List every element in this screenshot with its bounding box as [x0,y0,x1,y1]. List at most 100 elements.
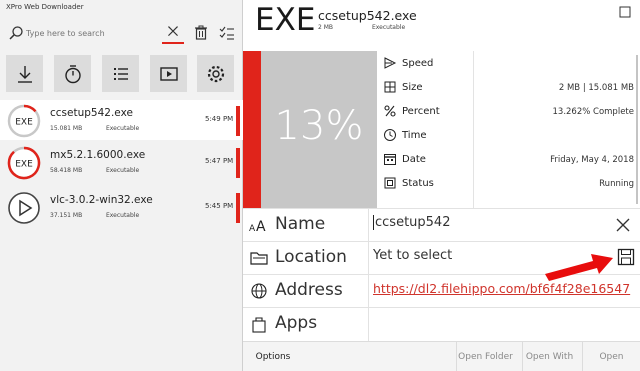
stat-status: Status Running [377,173,640,196]
download-size: 58.418 MB [50,167,83,174]
font-size-icon: A A [249,219,266,234]
name-value: ccsetup542 [373,215,451,230]
settings-icon [207,65,224,82]
download-time: 5:49 PM [205,115,234,123]
open-folder-button[interactable]: Open Folder [456,342,514,371]
name-input[interactable]: ccsetup542 [368,209,636,241]
download-size: 37.151 MB [50,212,83,219]
percent-icon [384,105,396,117]
select-all-button[interactable] [216,22,238,44]
file-type: Executable [372,24,406,31]
name-field-row: A A Name ccsetup542 [243,208,640,241]
open-with-button[interactable]: Open With [522,342,576,371]
progress-ring: EXE [7,104,41,138]
save-location-button[interactable] [617,248,635,266]
download-button[interactable] [6,55,43,92]
download-size: 15.081 MB [50,125,83,132]
status-icon [384,177,396,189]
play-icon [8,192,40,224]
stat-size: Size 2 MB | 15.081 MB [377,77,640,100]
maximize-button[interactable] [614,2,636,22]
file-type-label: EXE [15,118,33,128]
download-time: 5:45 PM [205,202,234,210]
scrollbar[interactable] [634,51,640,208]
close-icon [168,26,178,37]
annotation-arrow [545,254,613,281]
download-type: Executable [106,212,140,219]
queue-button[interactable] [102,55,139,92]
stat-time: Time [377,125,640,148]
location-value: Yet to select [373,248,453,263]
stat-label: Time [402,130,427,141]
svg-text:A: A [256,219,266,234]
apps-label: Apps [275,313,318,333]
stat-label: Size [402,82,423,93]
progress-fill [243,51,261,208]
search-input[interactable] [26,24,154,42]
size-icon [384,81,396,93]
search-bar [4,20,239,46]
progress-percent: 13% [274,103,364,149]
stat-label: Status [402,178,434,189]
file-type-label: EXE [15,160,33,170]
stat-value: Friday, May 4, 2018 [550,155,634,165]
svg-text:A: A [249,224,256,234]
save-icon [617,248,635,266]
download-item[interactable]: EXE ccsetup542.exe 15.081 MB Executable … [0,100,243,140]
checklist-icon [219,26,234,40]
clear-search-button[interactable] [162,22,184,44]
apps-field-row: Apps [243,307,640,342]
video-icon [159,66,178,81]
progress-panel: 13% [243,51,377,208]
delete-button[interactable] [190,22,212,44]
speed-icon [384,57,397,69]
download-item[interactable]: EXE mx5.2.1.6000.exe 58.418 MB Executabl… [0,142,243,182]
options-button[interactable]: Options [243,342,303,371]
download-type: Executable [106,125,140,132]
stats-panel: Speed Size 2 MB | 15.081 MB Percent 13.2… [377,51,640,208]
stat-label: Date [402,154,426,165]
stat-value: 13.262% Complete [552,107,635,117]
list-icon [113,67,128,80]
settings-button[interactable] [197,55,234,92]
globe-icon [251,283,267,299]
name-label: Name [275,214,326,234]
address-label: Address [275,280,343,300]
stat-label: Percent [402,106,440,117]
status-indicator [236,148,240,178]
app-title: XPro Web Downloader [6,3,84,11]
status-indicator [236,193,240,223]
trash-icon [195,25,207,40]
download-icon [17,65,32,83]
stat-value: 2 MB | 15.081 MB [558,83,634,93]
file-name: ccsetup542.exe [318,8,417,23]
video-button[interactable] [150,55,187,92]
download-name: vlc-3.0.2-win32.exe [50,194,153,206]
stat-value: Running [599,179,634,189]
selection-indicator [236,106,240,136]
progress-ring: EXE [7,146,41,180]
folder-icon [250,252,268,265]
calendar-icon [384,154,396,165]
file-type-heading: EXE [255,2,316,38]
downloads-pane: XPro Web Downloader Type here to search … [0,0,243,371]
location-label: Location [275,247,347,267]
stat-speed: Speed [377,53,640,76]
timer-icon [64,64,81,83]
search-icon [9,26,23,40]
stat-label: Speed [402,58,434,69]
apps-input[interactable] [368,308,636,342]
file-size: 2 MB [318,24,334,31]
download-name: mx5.2.1.6000.exe [50,149,146,161]
download-item[interactable]: vlc-3.0.2-win32.exe 37.151 MB Executable… [0,187,243,227]
clock-icon [384,129,396,141]
details-pane: EXE ccsetup542.exe 2 MB Executable 13% S… [243,0,640,371]
scheduler-button[interactable] [54,55,91,92]
download-type: Executable [106,167,140,174]
command-bar: Options Open Folder Open With Open [243,341,640,371]
open-button[interactable]: Open [582,342,640,371]
download-time: 5:47 PM [205,157,234,165]
stat-date: Date Friday, May 4, 2018 [377,149,640,172]
close-icon[interactable] [614,216,632,234]
stat-percent: Percent 13.262% Complete [377,101,640,124]
